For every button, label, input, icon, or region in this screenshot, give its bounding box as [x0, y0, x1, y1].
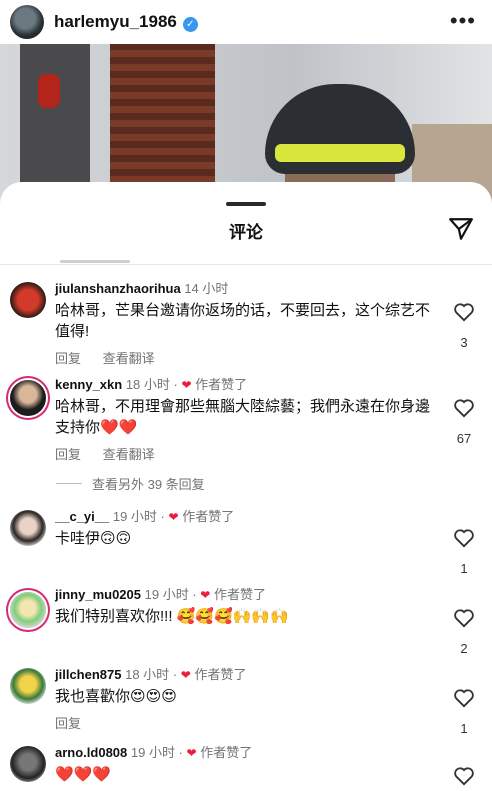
comment-meta: __c_yi__ 19 小时 · ❤ 作者赞了 [55, 509, 235, 524]
video-helmet-band [275, 144, 405, 162]
video-brick-wall [110, 44, 215, 204]
comment-like [450, 766, 478, 791]
heart-filled-icon: ❤ [168, 510, 179, 524]
sheet-title: 评论 [229, 223, 263, 242]
comment-meta: kenny_xkn 18 小时 · ❤ 作者赞了 [55, 377, 248, 392]
comment-text: 我也喜歡你😍😍😍 [55, 688, 177, 705]
commenter-username[interactable]: __c_yi__ [55, 509, 109, 524]
reply-button[interactable]: 回复 [55, 351, 81, 366]
reply-button[interactable]: 回复 [55, 447, 81, 462]
author-username-text[interactable]: harlemyu_1986 [54, 12, 177, 31]
comment-time: 19 小时 [130, 745, 175, 760]
comment-text: 哈林哥，芒果台邀请你返场的话，不要回去，这个综艺不值得! [55, 302, 431, 340]
video-lantern [38, 74, 60, 108]
commenter-avatar[interactable] [10, 668, 46, 704]
comments-sheet: 评论 jiulanshanzhaorihua 14 小时 哈林哥，芒果台邀请你返… [0, 182, 492, 790]
commenter-avatar[interactable] [10, 510, 46, 546]
commenter-avatar[interactable] [10, 592, 46, 628]
like-count: 1 [460, 561, 468, 576]
author-liked-label: 作者赞了 [213, 587, 266, 602]
commenter-username[interactable]: kenny_xkn [55, 377, 122, 392]
more-options-icon[interactable]: ••• [450, 8, 476, 34]
like-count: 1 [460, 721, 468, 736]
like-count: 67 [456, 431, 472, 446]
author-liked-label: 作者赞了 [182, 509, 235, 524]
reply-button[interactable]: 回复 [55, 716, 81, 731]
author-username[interactable]: harlemyu_1986 ✓ [54, 12, 198, 32]
heart-outline-icon[interactable] [453, 688, 475, 708]
comment-text: 我们特别喜欢你!!! 🥰🥰🥰🙌🙌🙌 [55, 608, 289, 625]
comment-text: 卡哇伊🙃🙃 [55, 530, 132, 547]
view-more-replies[interactable]: 查看另外 39 条回复 [56, 474, 205, 493]
comment-time: 19 小时 [144, 587, 189, 602]
comment-meta: arno.ld0808 19 小时 · ❤ 作者赞了 [55, 745, 253, 760]
commenter-username[interactable]: jiulanshanzhaorihua [55, 281, 181, 296]
translate-button[interactable]: 查看翻译 [103, 447, 155, 462]
comment-like: 3 [450, 302, 478, 350]
view-more-replies-label[interactable]: 查看另外 39 条回复 [92, 474, 205, 493]
comment-text: 哈林哥，不用理會那些無腦大陸綜藝；我們永遠在你身邊支持你❤️❤️ [55, 398, 431, 436]
commenter-avatar[interactable] [10, 380, 46, 416]
sheet-divider [0, 264, 492, 265]
heart-outline-icon[interactable] [453, 766, 475, 786]
comment-like: 1 [450, 688, 478, 736]
heart-filled-icon: ❤ [181, 378, 192, 392]
like-count: 2 [460, 641, 468, 656]
author-liked-label: 作者赞了 [200, 745, 253, 760]
heart-outline-icon[interactable] [453, 528, 475, 548]
comment-time: 18 小时 [125, 377, 170, 392]
view-more-line [56, 483, 82, 484]
sheet-grabber[interactable] [226, 202, 266, 206]
heart-filled-icon: ❤ [186, 746, 197, 760]
comment-time: 18 小时 [125, 667, 170, 682]
heart-filled-icon: ❤ [180, 668, 191, 682]
comment-time: 19 小时 [112, 509, 157, 524]
video-bg-wall [20, 44, 90, 204]
translate-button[interactable]: 查看翻译 [103, 351, 155, 366]
comment-like: 1 [450, 528, 478, 576]
comment-meta: jiulanshanzhaorihua 14 小时 [55, 280, 432, 298]
heart-filled-icon: ❤ [200, 588, 211, 602]
author-liked-label: 作者赞了 [194, 667, 247, 682]
like-count: 3 [460, 335, 468, 350]
commenter-avatar[interactable] [10, 282, 46, 318]
comment-time: 14 小时 [184, 281, 229, 296]
author-avatar[interactable] [10, 5, 44, 39]
comment-meta: jinny_mu0205 19 小时 · ❤ 作者赞了 [55, 587, 266, 602]
commenter-username[interactable]: jinny_mu0205 [55, 587, 141, 602]
commenter-avatar[interactable] [10, 746, 46, 782]
heart-outline-icon[interactable] [453, 608, 475, 628]
heart-outline-icon[interactable] [453, 302, 475, 322]
comment-like: 2 [450, 608, 478, 656]
comment-meta: jillchen875 18 小时 · ❤ 作者赞了 [55, 667, 247, 682]
heart-outline-icon[interactable] [453, 398, 475, 418]
send-icon[interactable] [448, 216, 474, 242]
commenter-username[interactable]: arno.ld0808 [55, 745, 127, 760]
commenter-username[interactable]: jillchen875 [55, 667, 121, 682]
post-header: harlemyu_1986 ✓ ••• [0, 0, 492, 44]
verified-badge-icon: ✓ [182, 17, 198, 32]
post-video[interactable] [0, 44, 492, 204]
author-liked-label: 作者赞了 [195, 377, 248, 392]
comment-like: 67 [450, 398, 478, 446]
comment-text: ❤️❤️❤️ [55, 766, 112, 783]
